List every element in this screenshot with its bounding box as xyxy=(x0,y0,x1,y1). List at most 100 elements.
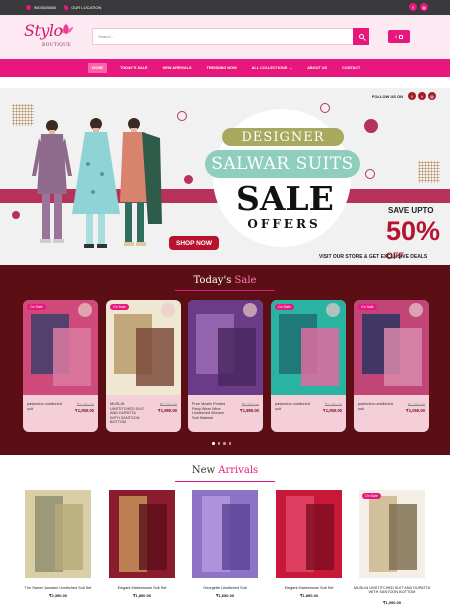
hero-line4: OFFERS xyxy=(247,217,321,231)
nav-all-collections-label: ALL COLLECTIONS xyxy=(251,66,288,70)
twitter-icon[interactable]: t xyxy=(418,92,426,100)
sale-price: ₹1,050.00 xyxy=(75,408,94,413)
product-name: pashmina unstitched suit xyxy=(275,402,310,411)
sale-product-card[interactable]: On Sale pashmina unstitched suit ₹1,250.0… xyxy=(271,300,346,432)
product-image[interactable] xyxy=(25,490,91,578)
new-product-card[interactable] xyxy=(276,490,342,580)
decor-ring xyxy=(177,111,187,121)
product-name: pashmina unstitched suit xyxy=(27,402,62,411)
on-sale-badge: On Sale xyxy=(110,304,129,310)
search-placeholder: Search... xyxy=(98,34,115,39)
dot-pattern xyxy=(418,161,440,183)
original-price: ₹1,250.00 xyxy=(76,403,94,407)
product-image[interactable] xyxy=(276,490,342,578)
decor-dot xyxy=(184,175,193,184)
facebook-icon[interactable]: f xyxy=(408,92,416,100)
hero-line1: DESIGNER xyxy=(222,128,344,146)
section-underline xyxy=(175,481,275,482)
decor-dot xyxy=(12,211,20,219)
product-image[interactable] xyxy=(109,490,175,578)
nav-new-arrivals[interactable]: NEW ARRIVALS xyxy=(161,63,194,73)
nav-all-collections[interactable]: ALL COLLECTIONS ⌄ xyxy=(250,63,295,73)
new-product-card[interactable]: On Sale xyxy=(359,490,425,580)
section-title: Today's Sale xyxy=(0,275,450,286)
product-price: ₹1,890.00 xyxy=(299,593,319,598)
logo-script: Stylo xyxy=(24,21,63,40)
on-sale-badge: On Sale xyxy=(358,304,377,310)
decor-dot xyxy=(364,119,378,133)
instagram-icon[interactable]: ◎ xyxy=(428,92,436,100)
product-image[interactable] xyxy=(359,490,425,578)
sale-product-card[interactable]: Pure Muslin Printed Party Wear Wine Unst… xyxy=(188,300,263,432)
product-image[interactable] xyxy=(188,300,263,395)
lotus-icon xyxy=(59,24,73,34)
header: Stylo BOUTIQUE Search... 0 xyxy=(0,15,450,59)
product-name[interactable]: Elegant Maheshwari Suit Set xyxy=(268,586,350,590)
phone-icon xyxy=(26,5,31,10)
search-button[interactable] xyxy=(353,28,369,45)
follow-label: FOLLOW US ON xyxy=(371,93,403,99)
original-price: ₹1,250.00 xyxy=(324,403,342,407)
new-product-card[interactable] xyxy=(25,490,91,580)
hero-line3: SALE xyxy=(236,179,334,218)
carousel-dot[interactable] xyxy=(212,442,215,445)
product-name[interactable]: Georgette Unstitched Suit xyxy=(184,586,266,590)
nav-trending-now[interactable]: TRENDING NOW xyxy=(205,63,239,73)
product-name[interactable]: MUSLIN UNSTITCHED SUIT AND DUPATTA WITH … xyxy=(351,586,433,595)
cart-button[interactable]: 0 xyxy=(388,30,410,43)
shop-now-button[interactable]: SHOP NOW xyxy=(169,236,219,250)
section-underline xyxy=(175,290,275,291)
product-name: Pure Muslin Printed Party Wear Wine Unst… xyxy=(192,402,226,420)
product-image[interactable] xyxy=(192,490,258,578)
sale-product-card[interactable]: On Sale pashmina unstitched suit ₹1,250.0… xyxy=(23,300,98,432)
nav-home[interactable]: HOME xyxy=(87,63,108,73)
model-image xyxy=(120,118,162,246)
product-name[interactable]: Elegant Maheshwari Suit Set xyxy=(101,586,183,590)
product-image[interactable] xyxy=(271,300,346,395)
original-price: ₹2,250.00 xyxy=(159,403,177,407)
location-label: OUR LOCATION xyxy=(71,5,102,10)
product-image[interactable] xyxy=(23,300,98,395)
sale-product-card[interactable]: On Sale pashmina unstitched suit ₹1,250.0… xyxy=(354,300,429,432)
instagram-icon[interactable]: ◎ xyxy=(420,3,428,11)
phone-number: 9503026600 xyxy=(34,5,57,10)
product-image[interactable] xyxy=(354,300,429,395)
visit-store-text: VISIT OUR STORE & GET EXCLUSIVE DEALS xyxy=(319,254,428,260)
product-price: ₹1,650.00 xyxy=(215,593,235,598)
search-input[interactable]: Search... xyxy=(92,28,354,45)
logo-subtitle: BOUTIQUE xyxy=(42,43,71,48)
follow-us: FOLLOW US ON f t ◎ xyxy=(372,92,436,100)
model-image xyxy=(72,118,120,248)
location-pin-icon xyxy=(63,4,70,11)
section-title-b: Arrivals xyxy=(218,465,259,476)
sale-product-card[interactable]: On Sale MUSLIN UNSTITCHED SUIT AND DUPATT… xyxy=(106,300,181,432)
phone-link[interactable]: 9503026600 xyxy=(26,5,56,10)
main-nav: HOME TODAY'S SALE NEW ARRIVALS TRENDING … xyxy=(0,59,450,77)
carousel-dots[interactable] xyxy=(212,442,231,445)
product-price: ₹1,890.00 xyxy=(132,593,152,598)
carousel-dot[interactable] xyxy=(223,442,226,445)
sale-price: ₹1,890.00 xyxy=(240,408,259,413)
sale-price: ₹1,050.00 xyxy=(323,408,342,413)
carousel-dot[interactable] xyxy=(217,442,220,445)
new-product-card[interactable] xyxy=(109,490,175,580)
product-price: ₹2,390.00 xyxy=(48,593,68,598)
logo[interactable]: Stylo BOUTIQUE xyxy=(22,19,82,53)
product-image[interactable] xyxy=(106,300,181,395)
facebook-icon[interactable]: f xyxy=(409,3,417,11)
carousel-dot[interactable] xyxy=(228,442,231,445)
section-title: New Arrivals xyxy=(0,465,450,476)
nav-about-us[interactable]: ABOUT US xyxy=(305,63,329,73)
cart-count: 0 xyxy=(395,34,397,39)
section-title-b: Sale xyxy=(234,275,257,286)
nav-todays-sale[interactable]: TODAY'S SALE xyxy=(118,63,150,73)
product-name[interactable]: The Sweet Jamdani Unstitched Suit Set xyxy=(17,586,99,590)
decor-ring xyxy=(365,169,375,179)
decor-ring xyxy=(320,103,330,113)
location-link[interactable]: OUR LOCATION xyxy=(63,4,102,11)
hero-banner[interactable]: FOLLOW US ON f t ◎ DESIGNER SALWAR SUITS… xyxy=(0,88,450,278)
search-icon xyxy=(358,34,364,39)
product-name: pashmina unstitched suit xyxy=(358,402,393,411)
nav-contact[interactable]: CONTACT xyxy=(340,63,362,73)
new-product-card[interactable] xyxy=(192,490,258,580)
